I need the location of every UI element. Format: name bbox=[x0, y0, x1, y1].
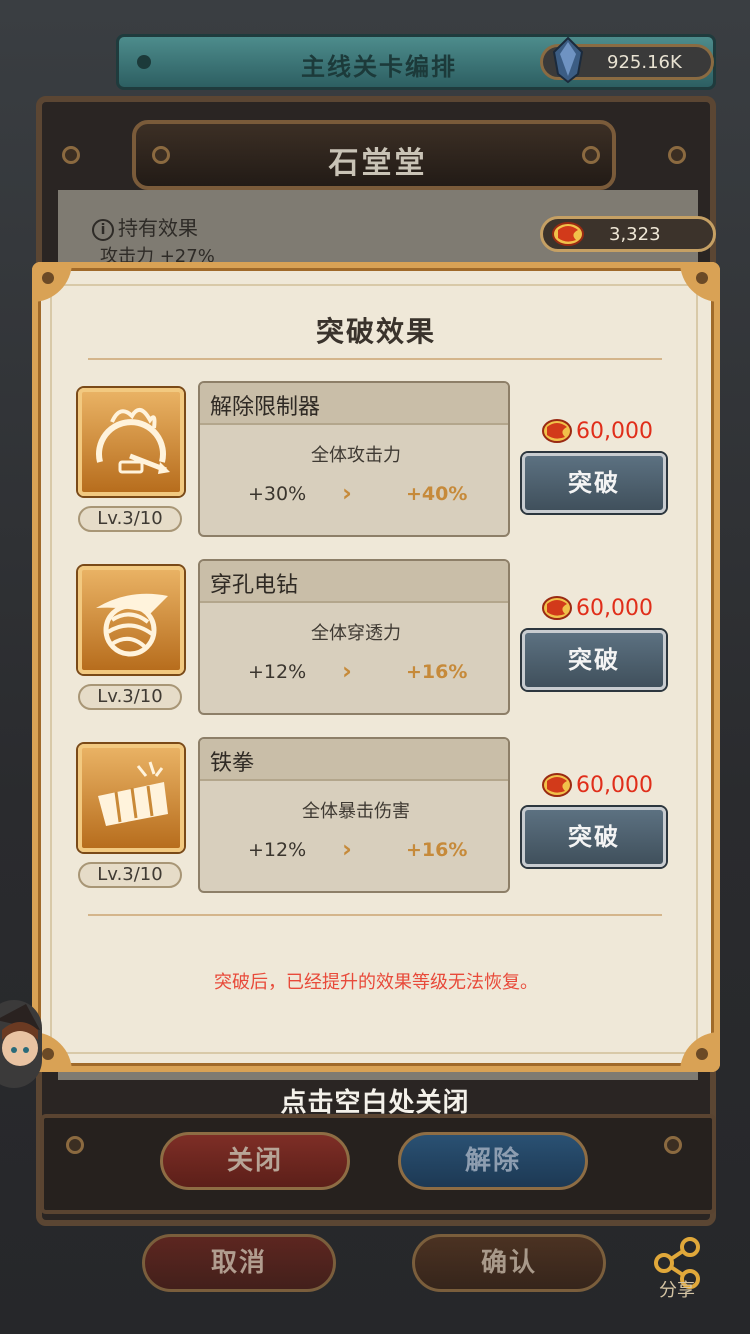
gear-icon bbox=[664, 1136, 682, 1154]
bottom-action-panel bbox=[40, 1114, 716, 1214]
skill-current-value: +12% bbox=[248, 839, 307, 861]
skill-next-value: +40% bbox=[406, 483, 468, 505]
gear-icon bbox=[582, 146, 600, 164]
skill-effect-name: 全体攻击力 bbox=[311, 445, 401, 466]
chevron-right-icon: › bbox=[342, 835, 352, 863]
skill-name: 解除限制器 bbox=[200, 383, 508, 425]
crystal-value: 925.16K bbox=[607, 52, 682, 73]
gear-icon bbox=[66, 1136, 84, 1154]
warning-text: 突破后，已经提升的效果等级无法恢复。 bbox=[214, 972, 538, 993]
dragon-coin-icon bbox=[542, 596, 572, 620]
share-label: 分享 bbox=[659, 1280, 695, 1301]
close-button[interactable]: 关闭 bbox=[160, 1132, 350, 1190]
chevron-right-icon: › bbox=[342, 479, 352, 507]
skill-current-value: +30% bbox=[248, 483, 307, 505]
dragon-coin-icon bbox=[542, 419, 572, 443]
cancel-button[interactable]: 取消 bbox=[142, 1234, 336, 1292]
release-button[interactable]: 解除 bbox=[398, 1132, 588, 1190]
hold-effect-text: 持有效果 bbox=[118, 216, 198, 240]
skill-next-value: +16% bbox=[406, 661, 468, 683]
skill-level-badge: Lv.3/10 bbox=[78, 862, 182, 888]
skill-icon-tile[interactable] bbox=[78, 744, 184, 852]
avatar[interactable] bbox=[0, 1000, 42, 1088]
skill-effect-name: 全体暴击伤害 bbox=[302, 801, 410, 822]
hold-effect-label: i 持有效果 bbox=[92, 212, 198, 241]
breakthrough-cost: 60,000 bbox=[576, 773, 653, 798]
fist-icon bbox=[98, 761, 168, 826]
gear-icon bbox=[62, 146, 80, 164]
skill-name: 铁拳 bbox=[200, 739, 508, 781]
drill-icon bbox=[96, 593, 168, 657]
skill-icon-tile[interactable] bbox=[78, 388, 184, 496]
skill-effect-card: 穿孔电钻 全体穿透力 +12% › +16% bbox=[198, 559, 510, 715]
skill-current-value: +12% bbox=[248, 661, 307, 683]
dragon-coin-icon bbox=[542, 773, 572, 797]
skill-level-badge: Lv.3/10 bbox=[78, 684, 182, 710]
breakthrough-cost: 60,000 bbox=[576, 419, 653, 444]
game-screen: 主线关卡编排 925.16K 石堂堂 i 持有效果 攻击力 +27% 3,323 … bbox=[0, 0, 750, 1334]
hero-name: 石堂堂 bbox=[328, 146, 428, 181]
skill-name: 穿孔电钻 bbox=[200, 561, 508, 603]
skill-effect-card: 铁拳 全体暴击伤害 +12% › +16% bbox=[198, 737, 510, 893]
skill-next-value: +16% bbox=[406, 839, 468, 861]
chevron-right-icon: › bbox=[342, 657, 352, 685]
dragon-coin-icon bbox=[552, 222, 584, 246]
crystal-icon bbox=[552, 36, 584, 84]
character-portrait-icon bbox=[0, 1004, 40, 1066]
confirm-button[interactable]: 确认 bbox=[412, 1234, 606, 1292]
rivet-icon bbox=[696, 1048, 708, 1060]
modal-title: 突破效果 bbox=[315, 315, 436, 348]
rivet-icon bbox=[696, 272, 708, 284]
gear-icon bbox=[668, 146, 686, 164]
skill-effect-card: 解除限制器 全体攻击力 +30% › +40% bbox=[198, 381, 510, 537]
rivet-icon bbox=[42, 272, 54, 284]
gear-icon bbox=[152, 146, 170, 164]
divider bbox=[88, 914, 662, 916]
rivet-icon bbox=[42, 1048, 54, 1060]
breakthrough-button[interactable]: 突破 bbox=[522, 630, 666, 690]
breakthrough-button[interactable]: 突破 bbox=[522, 453, 666, 513]
coin-value: 3,323 bbox=[609, 224, 661, 245]
skill-level-badge: Lv.3/10 bbox=[78, 506, 182, 532]
skill-effect-name: 全体穿透力 bbox=[311, 623, 401, 644]
breakthrough-cost: 60,000 bbox=[576, 596, 653, 621]
divider bbox=[88, 358, 662, 360]
hero-name-plate: 石堂堂 bbox=[132, 120, 616, 190]
speedometer-icon bbox=[96, 408, 170, 474]
breakthrough-button[interactable]: 突破 bbox=[522, 807, 666, 867]
info-icon[interactable]: i bbox=[92, 218, 114, 241]
skill-icon-tile[interactable] bbox=[78, 566, 184, 674]
